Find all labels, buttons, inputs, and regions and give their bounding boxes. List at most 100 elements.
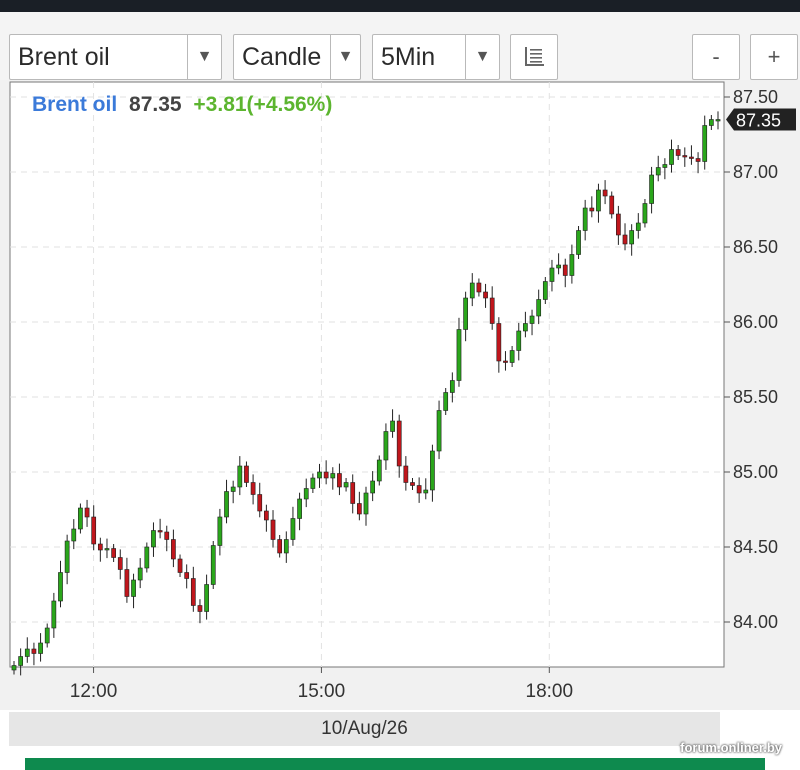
candle-body <box>503 360 508 363</box>
candle-body <box>655 167 661 176</box>
candle-body <box>310 477 316 489</box>
candle-body <box>210 545 216 585</box>
plot-background <box>9 81 725 668</box>
candle-body <box>277 539 283 554</box>
candle-body <box>124 569 130 597</box>
candle-body <box>330 473 336 479</box>
instrument-name: Brent oil <box>32 93 117 116</box>
chart-type-select[interactable]: Candle ▼ <box>233 34 361 80</box>
last-price-label: 87.35 <box>736 111 781 131</box>
candle-body <box>669 149 674 165</box>
candle-body <box>689 156 694 159</box>
y-tick-label: 87.50 <box>733 87 778 107</box>
candle-body <box>64 540 70 573</box>
x-tick-label: 15:00 <box>298 681 346 702</box>
candle-body <box>469 282 475 299</box>
candle-body <box>171 539 176 560</box>
zoom-out-button[interactable]: - <box>692 34 740 80</box>
candle-body <box>38 642 43 654</box>
candle-body <box>509 350 515 363</box>
chart-grid <box>9 81 725 668</box>
candle-body <box>662 164 668 168</box>
candle-body <box>51 600 57 629</box>
candle-body <box>230 486 236 492</box>
candle-body <box>616 213 621 236</box>
candle-body <box>416 485 422 494</box>
candle-body <box>443 392 449 411</box>
candle-body <box>529 315 535 324</box>
candle-body <box>184 572 190 579</box>
interval-select-value: 5Min <box>381 43 436 71</box>
indicators-button[interactable] <box>510 34 558 80</box>
candle-body <box>217 516 223 546</box>
candle-body <box>456 329 462 381</box>
candle-body <box>91 516 97 545</box>
x-axis: 12:00 15:00 18:00 <box>70 667 573 702</box>
candle-body <box>157 530 163 533</box>
candle-body <box>104 548 110 551</box>
candle-body <box>24 648 30 657</box>
candle-body <box>290 518 296 540</box>
y-axis: 84.00 84.50 85.00 85.50 86.00 86.50 87.00 87.50… <box>724 87 796 632</box>
instrument-select-value: Brent oil <box>18 43 110 71</box>
candle-body <box>622 234 628 245</box>
candle-body <box>97 543 103 551</box>
candle-body <box>337 473 342 488</box>
watermark: forum.onliner.by <box>680 740 782 755</box>
candle-body <box>496 323 502 362</box>
candle-body <box>542 281 548 300</box>
candle-body <box>297 498 302 519</box>
chevron-down-icon[interactable]: ▼ <box>465 35 499 79</box>
candle-body <box>244 465 249 483</box>
candle-body <box>323 471 329 479</box>
candle-body <box>224 491 229 518</box>
candle-body <box>84 507 90 518</box>
candle-body <box>283 539 289 554</box>
candle-body <box>635 222 641 231</box>
candle-body <box>204 584 209 612</box>
interval-select[interactable]: 5Min ▼ <box>372 34 500 80</box>
candle-body <box>423 489 429 494</box>
y-tick-label: 85.50 <box>733 387 778 407</box>
candle-body <box>343 482 349 488</box>
candle-body <box>376 459 382 482</box>
y-tick-label: 86.50 <box>733 237 778 257</box>
chart-area[interactable]: 84.00 84.50 85.00 85.50 86.00 86.50 87.00 87.50… <box>0 80 800 710</box>
candle-body <box>78 507 83 530</box>
candle-body <box>602 189 608 197</box>
candle-body <box>708 119 714 126</box>
list-icon <box>525 47 544 66</box>
price-change: +3.81(+4.56%) <box>193 93 332 116</box>
candle-body <box>264 510 269 521</box>
chevron-down-icon[interactable]: ▼ <box>330 35 360 79</box>
candle-body <box>562 264 568 276</box>
instrument-select[interactable]: Brent oil ▼ <box>9 34 222 80</box>
candle-body <box>31 648 37 654</box>
candle-body <box>363 492 369 515</box>
candle-body <box>350 482 356 504</box>
candle-body <box>71 528 77 542</box>
price-chart[interactable]: 84.00 84.50 85.00 85.50 86.00 86.50 87.00 87.50… <box>0 80 800 710</box>
candle-body <box>516 330 522 351</box>
candle-body <box>449 380 455 393</box>
candle-body <box>356 503 362 515</box>
candle-body <box>702 125 708 162</box>
candle-body <box>682 155 688 158</box>
candle-body <box>396 420 402 467</box>
candle-body <box>675 149 681 156</box>
candle-body <box>609 195 615 215</box>
candle-body <box>44 627 50 644</box>
zoom-in-button[interactable]: + <box>750 34 798 80</box>
candle-body <box>463 297 468 330</box>
candle-body <box>596 189 601 212</box>
candle-body <box>177 558 183 573</box>
candle-body <box>403 465 409 483</box>
candle-body <box>483 291 488 299</box>
candle-body <box>58 572 63 602</box>
candle-body <box>237 465 243 488</box>
candle-body <box>303 488 309 500</box>
chevron-down-icon[interactable]: ▼ <box>187 35 221 79</box>
candle-body <box>582 207 588 231</box>
candle-body <box>164 531 170 540</box>
candle-body <box>629 230 635 245</box>
